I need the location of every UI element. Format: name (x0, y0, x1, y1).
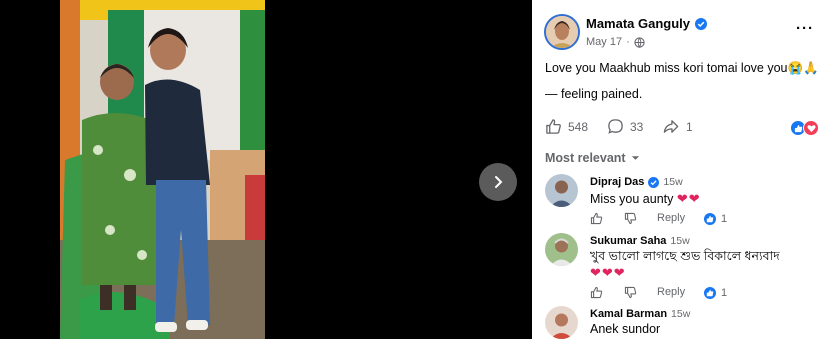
comment-time[interactable]: 15w (670, 235, 689, 247)
dislike-icon (624, 212, 637, 225)
commenter-avatar[interactable] (545, 306, 578, 339)
comment-icon (608, 119, 623, 134)
reaction-summary[interactable] (790, 120, 819, 136)
like-count: 548 (568, 119, 589, 134)
avatar-image (545, 174, 578, 207)
globe-icon (634, 36, 645, 48)
avatar-image (545, 306, 578, 339)
sort-label: Most relevant (545, 151, 626, 165)
commenter-name-text[interactable]: Sukumar Saha (590, 235, 666, 247)
reply-button[interactable]: Reply (657, 286, 685, 298)
verified-badge-icon (648, 176, 660, 188)
comment-reaction-count: 1 (721, 213, 728, 225)
comment-time[interactable]: 15w (663, 176, 682, 188)
love-reaction-icon (803, 120, 819, 136)
comment-text: Anek sundor (590, 322, 661, 336)
comment-text: Miss you aunty ❤❤ (590, 191, 701, 207)
comment-text-body: Miss you aunty (590, 192, 674, 206)
like-icon (546, 119, 561, 134)
photo-illustration (60, 0, 265, 339)
commenter-name[interactable]: Dipraj Das 15w (590, 176, 683, 188)
heart-emojis: ❤❤❤ (590, 265, 626, 280)
share-button[interactable]: 1 (662, 118, 693, 135)
comment-dislike-button[interactable] (624, 212, 637, 225)
author-avatar[interactable] (544, 14, 580, 50)
comment-like-button[interactable] (590, 212, 603, 225)
like-reaction-icon (703, 286, 717, 300)
reply-button[interactable]: Reply (657, 212, 685, 224)
share-icon (663, 120, 679, 133)
verified-badge-icon (695, 17, 708, 30)
post-text: Love you Maakhub miss kori tomai love yo… (545, 58, 821, 104)
meta-separator: · (626, 36, 630, 48)
post-actions: 548 33 1 (545, 118, 815, 138)
like-icon (590, 286, 603, 299)
commenter-name[interactable]: Kamal Barman 15w (590, 308, 690, 320)
next-photo-button[interactable] (479, 163, 517, 201)
like-reaction-icon (703, 212, 717, 226)
share-count: 1 (686, 119, 693, 134)
comment-sort-dropdown[interactable]: Most relevant (545, 151, 640, 165)
post-text-line1: Love you Maakhub miss kori tomai love yo… (545, 61, 819, 75)
dislike-icon (624, 286, 637, 299)
comment-time[interactable]: 15w (671, 308, 690, 320)
comment-reaction-count: 1 (721, 287, 728, 299)
avatar-image (546, 16, 578, 48)
post-date[interactable]: May 17 (586, 36, 622, 48)
more-options-icon[interactable]: ··· (796, 20, 814, 37)
comment-like-button[interactable] (590, 286, 603, 299)
author-name[interactable]: Mamata Ganguly (586, 16, 690, 31)
avatar-image (545, 233, 578, 266)
chevron-down-icon (631, 156, 639, 160)
comment-actions: Reply 1 (590, 212, 790, 228)
comment-actions: Reply 1 (590, 286, 790, 302)
commenter-avatar[interactable] (545, 174, 578, 207)
post-meta: May 17 · (586, 36, 645, 48)
chevron-right-icon (495, 176, 503, 188)
post-feeling: — feeling pained. (545, 87, 643, 101)
like-icon (590, 212, 603, 225)
comment-button[interactable]: 33 (607, 118, 643, 135)
commenter-name-text[interactable]: Kamal Barman (590, 308, 667, 320)
post-author[interactable]: Mamata Ganguly (586, 16, 708, 31)
post-panel: Mamata Ganguly May 17 · ··· Love you Maa… (532, 0, 827, 339)
comment-dislike-button[interactable] (624, 286, 637, 299)
comment-reactions[interactable]: 1 (703, 286, 727, 300)
like-button[interactable]: 548 (545, 118, 588, 135)
comment-reactions[interactable]: 1 (703, 212, 727, 226)
commenter-avatar[interactable] (545, 233, 578, 266)
post-photo (60, 0, 265, 339)
commenter-name[interactable]: Sukumar Saha 15w (590, 235, 690, 247)
photo-viewer (0, 0, 532, 339)
heart-emojis: ❤❤ (676, 191, 701, 206)
commenter-name-text[interactable]: Dipraj Das (590, 176, 644, 188)
comment-count: 33 (630, 119, 644, 134)
